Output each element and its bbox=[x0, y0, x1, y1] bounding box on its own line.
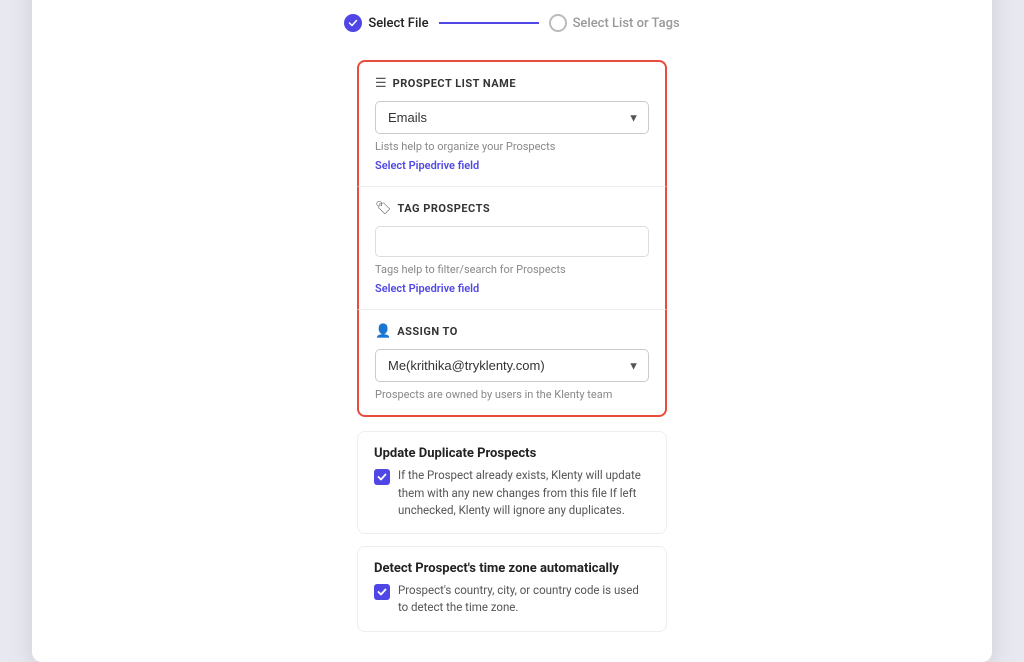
tag-icon: 🏷 bbox=[375, 201, 392, 216]
prospect-list-hint: Lists help to organize your Prospects Se… bbox=[375, 140, 649, 172]
prospect-list-section: ☰ PROSPECT LIST NAME Emails ▼ Lists help… bbox=[357, 60, 667, 187]
modal-body: ☰ PROSPECT LIST NAME Emails ▼ Lists help… bbox=[32, 50, 992, 661]
prospect-list-title: PROSPECT LIST NAME bbox=[393, 77, 516, 90]
detect-timezone-row: Prospect's country, city, or country cod… bbox=[374, 582, 650, 617]
step-1-label: Select File bbox=[368, 16, 428, 31]
modal: ‹ Import from Pipedrive Start Import × S… bbox=[32, 0, 992, 662]
person-icon: 👤 bbox=[375, 324, 391, 339]
list-icon: ☰ bbox=[375, 76, 387, 91]
tag-input[interactable] bbox=[375, 226, 649, 257]
step-2-label: Select List or Tags bbox=[573, 16, 680, 31]
assign-to-select[interactable]: Me(krithika@tryklenty.com) bbox=[375, 349, 649, 382]
assign-to-select-wrapper: Me(krithika@tryklenty.com) ▼ bbox=[375, 349, 649, 382]
step-2-circle bbox=[549, 14, 567, 32]
form-wrapper: ☰ PROSPECT LIST NAME Emails ▼ Lists help… bbox=[357, 60, 667, 631]
prospect-list-header: ☰ PROSPECT LIST NAME bbox=[375, 76, 649, 91]
update-duplicates-row: If the Prospect already exists, Klenty w… bbox=[374, 467, 650, 519]
tag-prospects-section: 🏷 TAG PROSPECTS Tags help to filter/sear… bbox=[357, 187, 667, 310]
prospect-list-select-wrapper: Emails ▼ bbox=[375, 101, 649, 134]
tag-hint: Tags help to filter/search for Prospects… bbox=[375, 263, 649, 295]
assign-to-section: 👤 ASSIGN TO Me(krithika@tryklenty.com) ▼… bbox=[357, 310, 667, 417]
prospect-list-select[interactable]: Emails bbox=[375, 101, 649, 134]
prospect-list-pipedrive-link[interactable]: Select Pipedrive field bbox=[375, 159, 479, 172]
tag-prospects-header: 🏷 TAG PROSPECTS bbox=[375, 201, 649, 216]
update-duplicates-title: Update Duplicate Prospects bbox=[374, 446, 650, 461]
tag-prospects-title: TAG PROSPECTS bbox=[398, 202, 491, 215]
assign-to-header: 👤 ASSIGN TO bbox=[375, 324, 649, 339]
step-1-circle bbox=[344, 14, 362, 32]
stepper: Select File Select List or Tags bbox=[32, 0, 992, 50]
detect-timezone-title: Detect Prospect's time zone automaticall… bbox=[374, 561, 650, 576]
update-duplicates-section: Update Duplicate Prospects If the Prospe… bbox=[357, 431, 667, 534]
assign-to-title: ASSIGN TO bbox=[397, 325, 458, 338]
step-1: Select File bbox=[344, 14, 428, 32]
tag-pipedrive-link[interactable]: Select Pipedrive field bbox=[375, 282, 479, 295]
assign-to-hint: Prospects are owned by users in the Klen… bbox=[375, 388, 649, 401]
step-2: Select List or Tags bbox=[549, 14, 680, 32]
update-duplicates-desc: If the Prospect already exists, Klenty w… bbox=[398, 467, 650, 519]
update-duplicates-checkbox[interactable] bbox=[374, 469, 390, 485]
detect-timezone-checkbox[interactable] bbox=[374, 584, 390, 600]
step-divider bbox=[439, 22, 539, 24]
detect-timezone-section: Detect Prospect's time zone automaticall… bbox=[357, 546, 667, 632]
detect-timezone-desc: Prospect's country, city, or country cod… bbox=[398, 582, 650, 617]
